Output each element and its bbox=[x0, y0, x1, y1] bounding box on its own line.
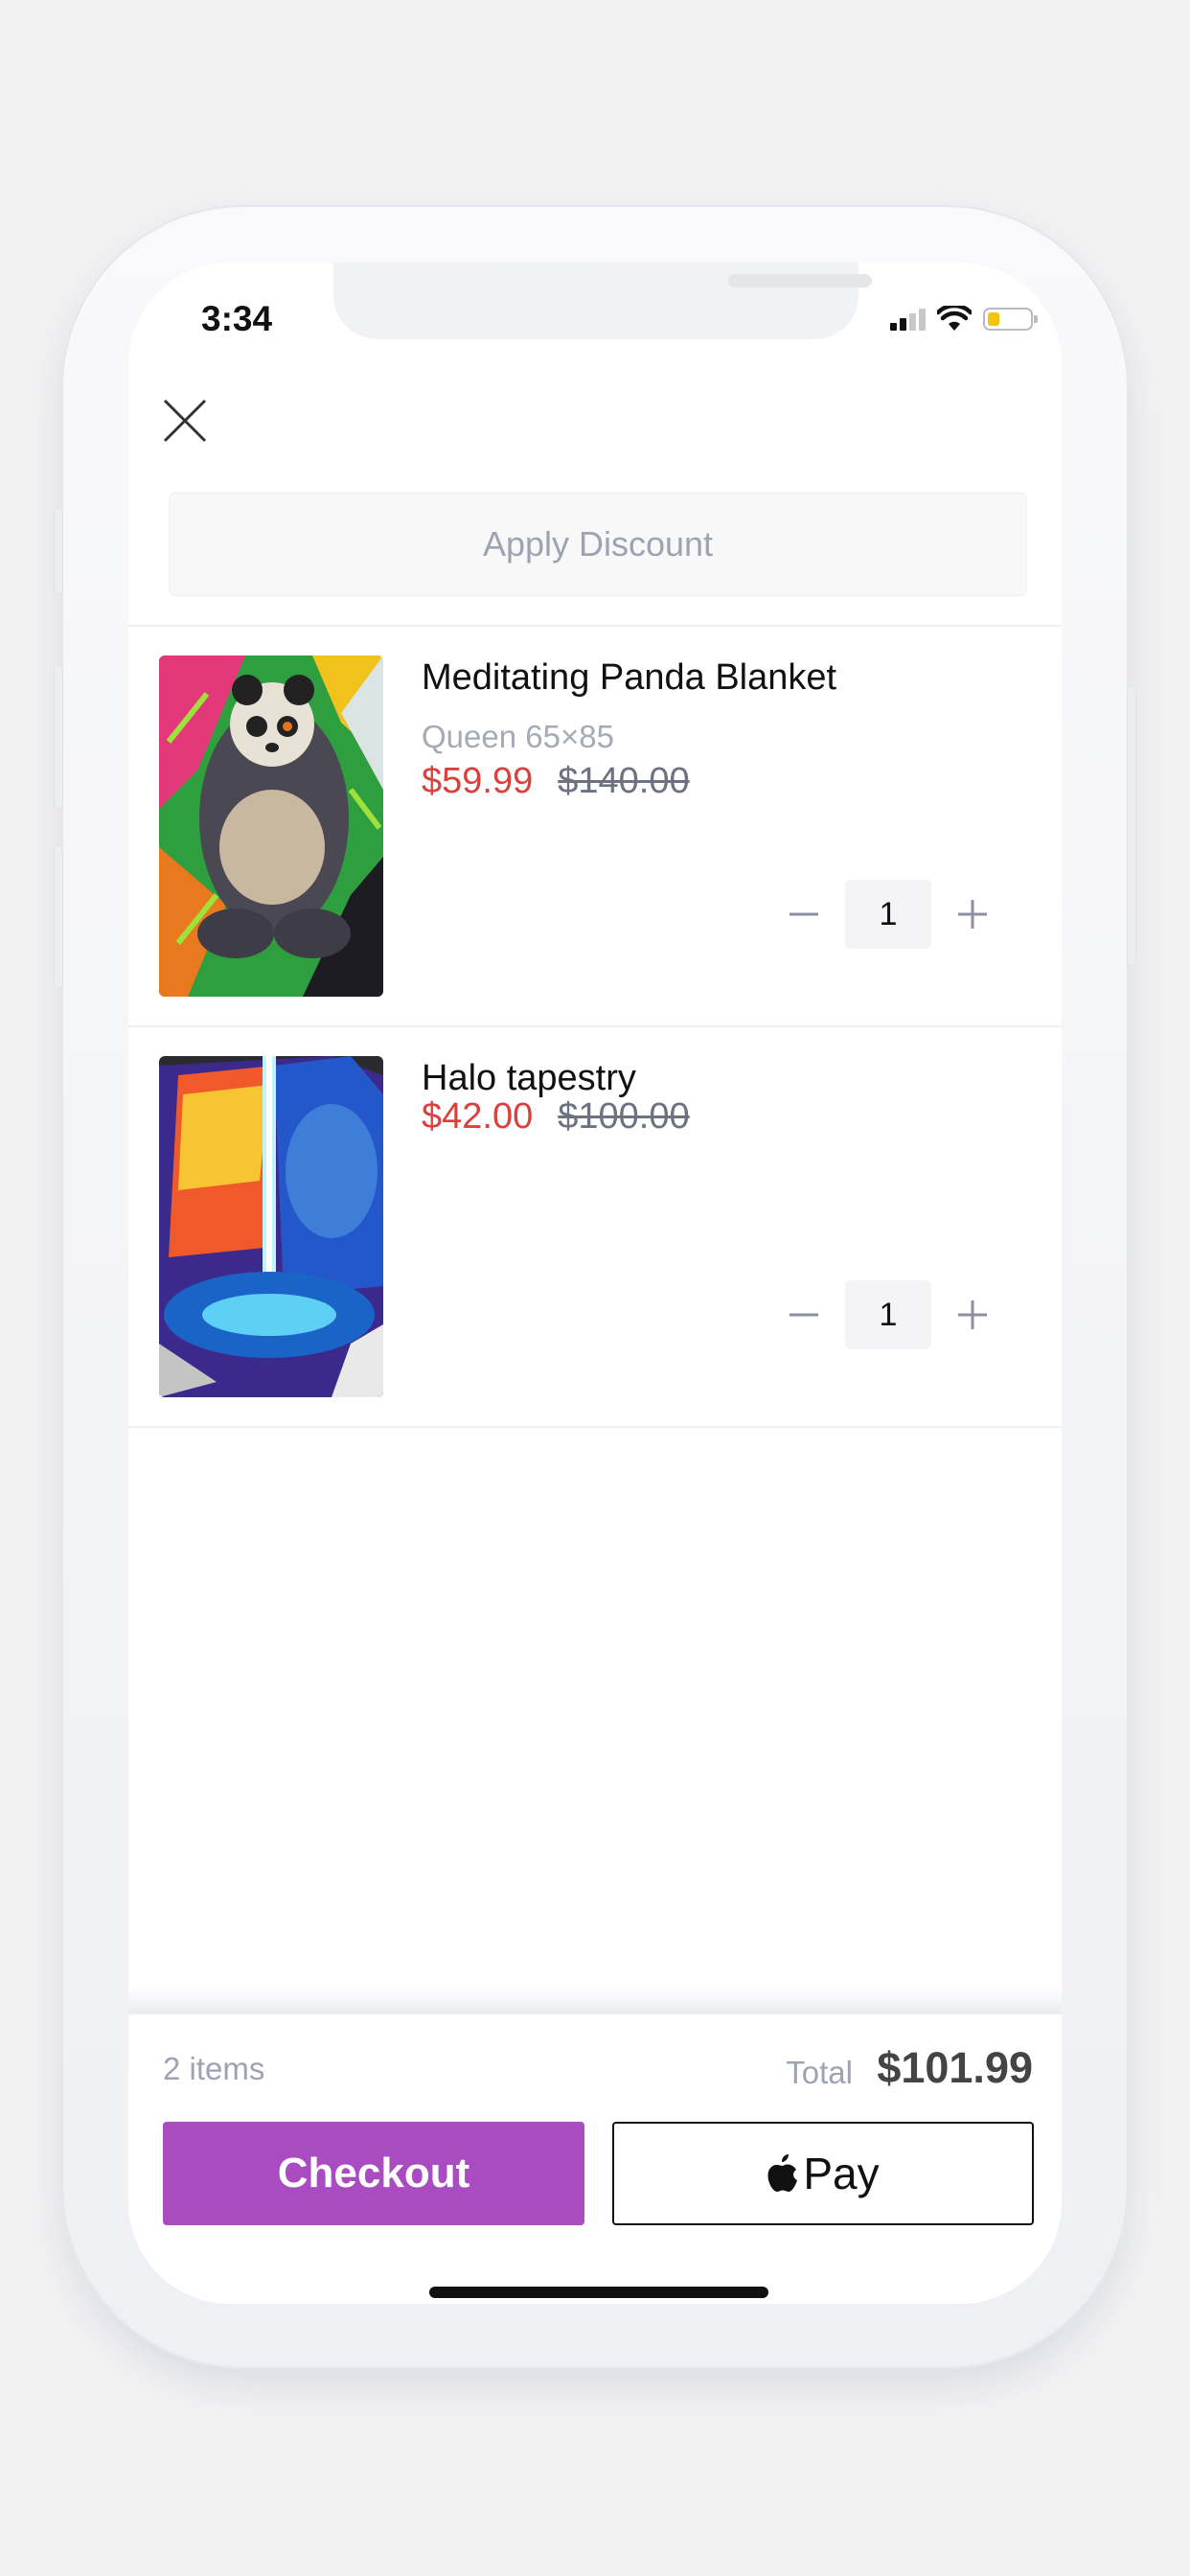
total-label: Total bbox=[786, 2055, 853, 2090]
app-screen: 3:34 Apply Discount Meditating Panda Bla… bbox=[128, 263, 1062, 2304]
status-icons bbox=[890, 305, 1038, 334]
minus-icon bbox=[790, 1313, 818, 1317]
quantity-value[interactable]: 1 bbox=[845, 880, 931, 949]
divider bbox=[128, 1426, 1062, 1428]
decrease-quantity-button[interactable] bbox=[763, 1280, 845, 1349]
order-summary-bar: 2 items Total $101.99 bbox=[128, 2012, 1062, 2120]
home-indicator[interactable] bbox=[429, 2287, 768, 2298]
apple-pay-button[interactable]: Pay bbox=[612, 2122, 1034, 2225]
device-volume-up bbox=[54, 665, 63, 809]
sale-price: $59.99 bbox=[422, 761, 534, 801]
product-variant: Queen 65×85 bbox=[422, 719, 614, 754]
quantity-stepper: 1 bbox=[763, 880, 1014, 949]
device-volume-down bbox=[54, 845, 63, 989]
price-row: $59.99 $140.00 bbox=[422, 761, 690, 802]
device-mute-switch bbox=[54, 508, 63, 594]
close-button[interactable] bbox=[161, 397, 209, 445]
increase-quantity-button[interactable] bbox=[931, 880, 1014, 949]
device-power-button bbox=[1127, 686, 1136, 966]
apple-pay-label: Pay bbox=[803, 2149, 880, 2198]
increase-quantity-button[interactable] bbox=[931, 1280, 1014, 1349]
status-time: 3:34 bbox=[201, 299, 273, 338]
close-icon bbox=[163, 399, 207, 443]
original-price: $100.00 bbox=[558, 1096, 690, 1137]
decrease-quantity-button[interactable] bbox=[763, 880, 845, 949]
battery-icon bbox=[983, 308, 1038, 331]
wifi-icon bbox=[937, 306, 972, 331]
product-image-halo-tapestry[interactable] bbox=[159, 1056, 383, 1397]
quantity-value[interactable]: 1 bbox=[845, 1280, 931, 1349]
apply-discount-button[interactable]: Apply Discount bbox=[169, 493, 1027, 596]
apple-logo-icon bbox=[767, 2154, 798, 2192]
cart-item: Halo tapestry $42.00 $100.00 1 bbox=[128, 1027, 1062, 1428]
speaker-grille bbox=[728, 274, 872, 288]
product-title[interactable]: Halo tapestry bbox=[422, 1058, 636, 1099]
signal-icon bbox=[890, 308, 926, 331]
total-value: $101.99 bbox=[877, 2043, 1033, 2092]
checkout-button[interactable]: Checkout bbox=[163, 2122, 584, 2225]
plus-icon bbox=[958, 1300, 987, 1329]
cart-item: Meditating Panda Blanket Queen 65×85 $59… bbox=[128, 627, 1062, 1027]
item-count: 2 items bbox=[163, 2051, 265, 2086]
minus-icon bbox=[790, 912, 818, 916]
product-title[interactable]: Meditating Panda Blanket bbox=[422, 657, 836, 699]
price-row: $42.00 $100.00 bbox=[422, 1096, 690, 1138]
device-notch bbox=[333, 263, 872, 339]
product-image-panda-blanket[interactable] bbox=[159, 656, 383, 997]
original-price: $140.00 bbox=[558, 761, 690, 801]
quantity-stepper: 1 bbox=[763, 1280, 1014, 1349]
sale-price: $42.00 bbox=[422, 1096, 534, 1137]
plus-icon bbox=[958, 900, 987, 929]
